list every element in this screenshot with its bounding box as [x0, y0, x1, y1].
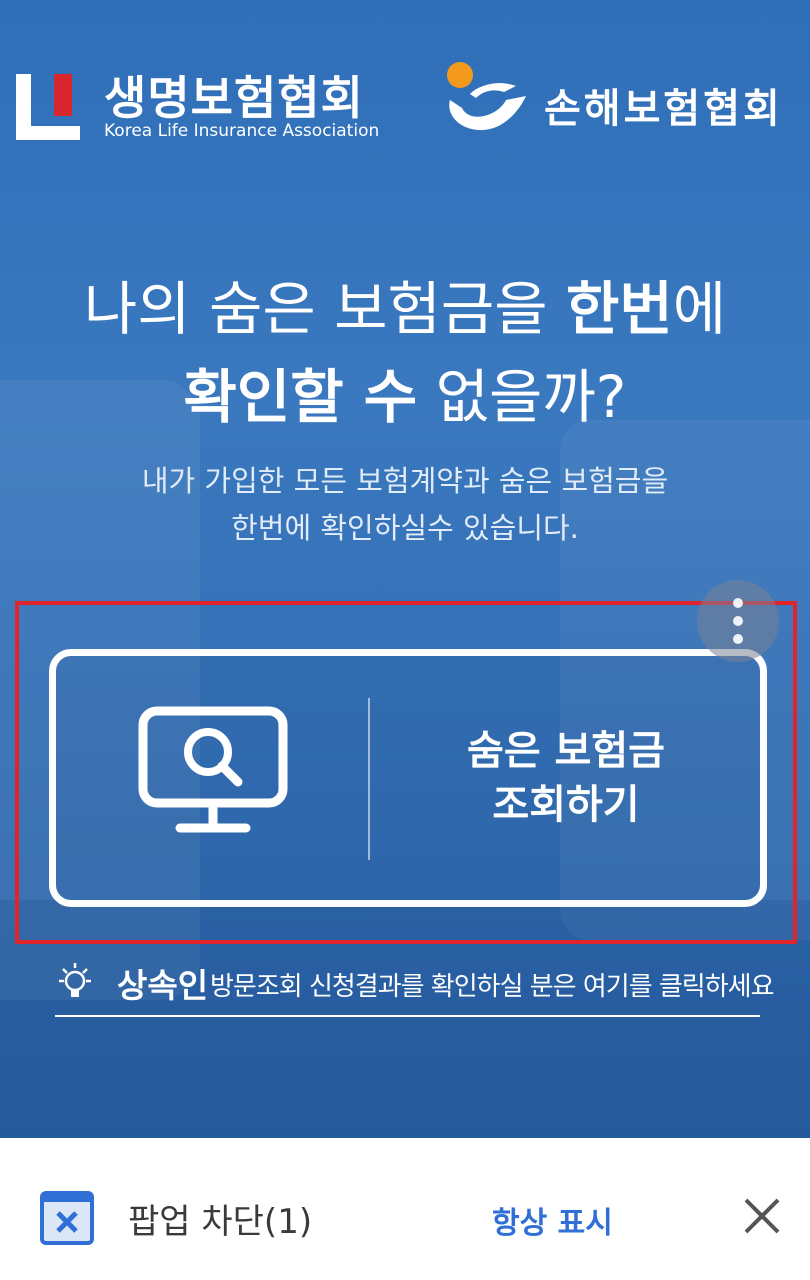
- headline-line2: 확인할 수 없을까?: [0, 350, 810, 434]
- heir-link-text: 방문조회 신청결과를 확인하실 분은 여기를 클릭하세요: [210, 972, 774, 1002]
- headline-emphasis: 확인할 수: [183, 363, 418, 431]
- more-dot: [733, 598, 743, 608]
- heir-inquiry-link[interactable]: 상속인 방문조회 신청결과를 확인하실 분은 여기를 클릭하세요: [55, 955, 774, 1019]
- highlight-frame: [15, 601, 797, 944]
- hero-subtext-line2: 한번에 확인하실수 있습니다.: [231, 511, 579, 545]
- klia-logo-icon: [16, 74, 80, 140]
- heir-link-bold: 상속인: [117, 966, 209, 1005]
- gnl-logo-title: 손해보험협회: [544, 86, 783, 132]
- hero-section: 생명보험협회 Korea Life Insurance Association …: [0, 0, 810, 1138]
- popup-blocked-text: 팝업 차단(1): [128, 1202, 313, 1242]
- hero-subtext-line1: 내가 가입한 모든 보험계약과 숨은 보험금을: [141, 464, 669, 498]
- more-dot: [733, 616, 743, 626]
- more-options-button[interactable]: [697, 580, 779, 662]
- klia-logo-title: 생명보험협회: [104, 71, 364, 125]
- headline-line1: 나의 숨은 보험금을 한번에: [0, 262, 810, 346]
- heir-link-underline: [55, 1015, 760, 1017]
- headline-text: 에: [672, 275, 727, 343]
- headline-emphasis: 한번: [566, 275, 673, 343]
- headline-text: 없을까?: [417, 363, 627, 431]
- popup-blocked-bar: 팝업 차단(1) 항상 표시: [0, 1138, 810, 1280]
- gnl-logo-icon: [447, 62, 526, 131]
- more-dot: [733, 634, 743, 644]
- close-icon[interactable]: [740, 1194, 784, 1238]
- headline-text: 나의 숨은 보험금을: [83, 275, 567, 343]
- popup-blocked-icon: [40, 1191, 94, 1245]
- gnl-logo[interactable]: 손해보험협회: [436, 60, 806, 144]
- klia-logo[interactable]: 생명보험협회 Korea Life Insurance Association: [16, 68, 381, 146]
- lightbulb-icon: [59, 963, 91, 997]
- klia-logo-subtitle: Korea Life Insurance Association: [104, 121, 380, 141]
- always-show-button[interactable]: 항상 표시: [492, 1198, 613, 1242]
